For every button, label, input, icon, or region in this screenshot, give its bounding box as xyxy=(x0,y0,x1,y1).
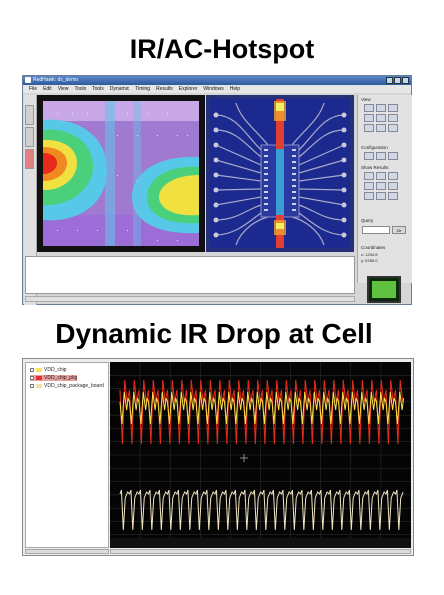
window-titlebar[interactable]: RedHawk: ds_demo xyxy=(23,76,411,85)
rotate-icon[interactable] xyxy=(364,124,374,132)
configuration-section-label: Configuration xyxy=(361,145,388,150)
window-title: RedHawk: ds_demo xyxy=(33,77,79,83)
x-axis-strip xyxy=(110,538,411,548)
ir-heatmap xyxy=(43,101,199,246)
menu-view[interactable]: View xyxy=(58,85,69,93)
result-4-icon[interactable] xyxy=(364,182,374,190)
menu-help[interactable]: Help xyxy=(230,85,240,93)
side-tool-panel: View Configuration Show Results Query Cl… xyxy=(357,95,412,283)
page-title-ir-ac-hotspot: IR/AC-Hotspot xyxy=(129,34,315,64)
result-2-icon[interactable] xyxy=(376,172,386,180)
menu-tools-2[interactable]: Tools xyxy=(92,85,104,93)
view-section-label: View xyxy=(361,97,371,102)
left-tab-3[interactable] xyxy=(25,149,34,169)
result-8-icon[interactable] xyxy=(376,192,386,200)
coord-y: y: 6789.0 xyxy=(361,258,378,263)
checkbox[interactable] xyxy=(30,384,34,388)
thumbnail-view xyxy=(372,281,396,298)
left-tab-2[interactable] xyxy=(25,127,34,147)
menu-tools[interactable]: Tools xyxy=(74,85,86,93)
pan-icon[interactable] xyxy=(376,114,386,122)
result-1-icon[interactable] xyxy=(364,172,374,180)
left-tab-1[interactable] xyxy=(25,105,34,125)
tree-item-vdd-chip[interactable]: VDD_chip xyxy=(30,367,67,373)
lock-icon[interactable] xyxy=(388,124,398,132)
waveform-vdd-chip-package-board xyxy=(119,489,404,531)
waveform-plot xyxy=(110,362,411,548)
maximize-icon[interactable] xyxy=(394,77,401,84)
result-7-icon[interactable] xyxy=(364,192,374,200)
overview-thumbnail[interactable] xyxy=(367,276,401,303)
result-tools xyxy=(364,172,398,200)
zoom-fit-icon[interactable] xyxy=(388,104,398,112)
zoom-out-icon[interactable] xyxy=(376,104,386,112)
checkbox[interactable] xyxy=(30,376,34,380)
status-bar xyxy=(25,296,355,302)
view-tools xyxy=(364,104,398,132)
waveform-window: VDD_chip VDD_chip_pkg VDD_chip_package_b… xyxy=(22,358,414,556)
query-section-label: Query xyxy=(361,218,374,223)
coordinates-section-label: Coordinates xyxy=(361,245,386,250)
package-board-view[interactable] xyxy=(206,95,354,252)
page-title-dynamic-ir-drop: Dynamic IR Drop at Cell xyxy=(55,318,373,349)
result-5-icon[interactable] xyxy=(376,182,386,190)
series-swatch xyxy=(36,368,42,372)
pan-left-icon[interactable] xyxy=(364,114,374,122)
series-swatch xyxy=(36,384,42,388)
ir-heatmap-view[interactable] xyxy=(37,95,205,252)
plot-scrollbar[interactable] xyxy=(110,549,411,554)
tree-scrollbar[interactable] xyxy=(25,549,109,554)
pan-right-icon[interactable] xyxy=(388,114,398,122)
tree-item-label: VDD_chip_pkg xyxy=(44,375,78,381)
config-icon[interactable] xyxy=(364,152,374,160)
result-6-icon[interactable] xyxy=(388,182,398,190)
app-icon xyxy=(25,77,31,83)
layers-icon[interactable] xyxy=(376,152,386,160)
result-9-icon[interactable] xyxy=(388,192,398,200)
tree-item-label: VDD_chip_package_board xyxy=(44,383,104,389)
menu-file[interactable]: File xyxy=(29,85,37,93)
board-layout xyxy=(206,95,354,252)
checkbox[interactable] xyxy=(30,368,34,372)
menu-timing[interactable]: Timing xyxy=(135,85,150,93)
menu-bar: File Edit View Tools Tools Dynamic Timin… xyxy=(23,85,411,93)
query-input[interactable] xyxy=(362,226,390,234)
zoom-in-icon[interactable] xyxy=(364,104,374,112)
show-results-section-label: Show Results xyxy=(361,165,389,170)
configuration-tools xyxy=(364,152,398,160)
palette-icon[interactable] xyxy=(388,152,398,160)
net-tree: VDD_chip VDD_chip_pkg VDD_chip_package_b… xyxy=(25,362,109,548)
series-swatch xyxy=(36,376,42,380)
minimize-icon[interactable] xyxy=(386,77,393,84)
coord-x: x: 1234.5 xyxy=(361,252,378,257)
menu-edit[interactable]: Edit xyxy=(43,85,52,93)
tree-item-vdd-chip-pkg[interactable]: VDD_chip_pkg xyxy=(30,375,78,381)
menu-windows[interactable]: Windows xyxy=(203,85,223,93)
result-3-icon[interactable] xyxy=(388,172,398,180)
close-icon[interactable] xyxy=(402,77,409,84)
menu-explorer[interactable]: Explorer xyxy=(179,85,198,93)
log-panel[interactable] xyxy=(25,256,355,294)
menu-dynamic[interactable]: Dynamic xyxy=(110,85,129,93)
tree-item-label: VDD_chip xyxy=(44,367,67,373)
query-clear-button[interactable]: Clr xyxy=(392,226,406,234)
menu-results[interactable]: Results xyxy=(156,85,173,93)
waveform-plot-area[interactable] xyxy=(110,362,411,548)
redhawk-window: RedHawk: ds_demo File Edit View Tools To… xyxy=(22,75,412,305)
tree-item-vdd-chip-package-board[interactable]: VDD_chip_package_board xyxy=(30,383,104,389)
refresh-icon[interactable] xyxy=(376,124,386,132)
